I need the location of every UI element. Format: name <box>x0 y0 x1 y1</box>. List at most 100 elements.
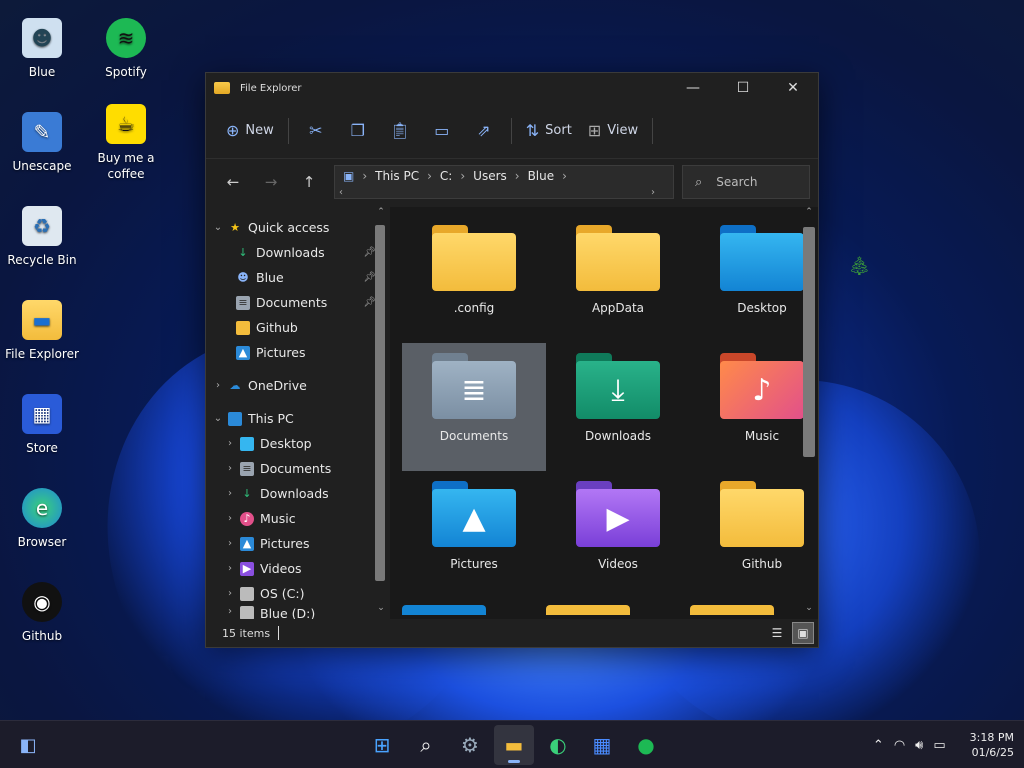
nav-item-github[interactable]: Github <box>206 315 390 340</box>
view-button[interactable]: ⊞ View <box>580 115 646 147</box>
maximize-button[interactable]: ☐ <box>718 73 768 103</box>
breadcrumb-c-drive[interactable]: C: <box>440 169 452 183</box>
start-button[interactable]: ⊞ <box>362 725 402 765</box>
wifi-icon[interactable]: ◠ <box>894 738 905 753</box>
speaker-icon[interactable]: 🔊︎ <box>915 738 923 753</box>
file-tile-documents[interactable]: ≣ Documents <box>402 343 546 471</box>
desktop-icon-file-explorer[interactable]: ▬ File Explorer <box>0 300 84 362</box>
scroll-right-icon[interactable]: › <box>651 187 655 198</box>
nav-item-pc-documents[interactable]: › ≡ Documents <box>206 456 390 481</box>
nav-item-os-c[interactable]: › OS (C:) <box>206 581 390 606</box>
chevron-right-icon[interactable]: › <box>224 488 236 499</box>
content-scrollbar-thumb[interactable] <box>803 227 815 457</box>
desktop-icon-blue[interactable]: ☻ Blue <box>0 18 84 80</box>
title-bar[interactable]: File Explorer — ☐ ✕ <box>206 73 818 103</box>
nav-item-pc-music[interactable]: › ♪ Music <box>206 506 390 531</box>
back-button[interactable]: ← <box>214 166 252 198</box>
file-tile-config[interactable]: .config <box>402 215 546 343</box>
sort-icon: ⇅ <box>525 121 540 140</box>
chevron-right-icon[interactable]: › <box>224 563 236 574</box>
nav-item-pc-videos[interactable]: › ▶ Videos <box>206 556 390 581</box>
sort-button[interactable]: ⇅ Sort <box>518 115 580 147</box>
desktop-icon-spotify[interactable]: ≋ Spotify <box>84 18 168 80</box>
rename-button[interactable]: ▭ <box>421 115 463 147</box>
taskbar-browser-button[interactable]: ◐ <box>538 725 578 765</box>
chevron-down-icon[interactable]: ⌄ <box>212 222 224 233</box>
file-tile-appdata[interactable]: AppData <box>546 215 690 343</box>
desktop-icon-buy-me-a-coffee[interactable]: ☕ Buy me a coffee <box>84 104 168 182</box>
nav-item-blue-d[interactable]: › Blue (D:) <box>206 606 390 620</box>
music-icon: ♪ <box>240 511 254 526</box>
breadcrumb-this-pc[interactable]: This PC <box>375 169 419 183</box>
chevron-right-icon[interactable]: › <box>224 588 236 599</box>
clock[interactable]: 3:18 PM 01/6/25 <box>970 730 1014 760</box>
breadcrumb-users[interactable]: Users <box>473 169 507 183</box>
nav-item-documents[interactable]: ≡ Documents 📌︎ <box>206 290 390 315</box>
taskbar-spotify-button[interactable]: ● <box>626 725 666 765</box>
desktop-icon-unescape[interactable]: ✎ Unescape <box>0 112 84 174</box>
nav-scrollbar-thumb[interactable] <box>375 225 385 581</box>
scroll-up-icon[interactable]: ⌃ <box>372 207 390 223</box>
chevron-right-icon[interactable]: › <box>212 380 224 391</box>
nav-item-pictures[interactable]: ▲ Pictures <box>206 340 390 365</box>
nav-item-pc-desktop[interactable]: › Desktop <box>206 431 390 456</box>
chevron-right-icon[interactable]: › <box>224 606 236 617</box>
taskbar-settings-button[interactable]: ⚙ <box>450 725 490 765</box>
nav-onedrive[interactable]: › ☁ OneDrive <box>206 373 390 398</box>
minimize-button[interactable]: — <box>668 73 718 103</box>
recycle-bin-icon: ♻ <box>22 206 62 246</box>
arrow-up-icon: ↑ <box>302 173 316 191</box>
chevron-up-icon[interactable]: ⌃ <box>873 738 884 753</box>
file-tile-github[interactable]: Github <box>690 471 818 599</box>
breadcrumb-blue[interactable]: Blue <box>528 169 555 183</box>
paste-button[interactable]: 📋︎ <box>379 115 421 147</box>
scroll-down-icon[interactable]: ⌄ <box>372 603 390 619</box>
file-tile-videos[interactable]: ▶ Videos <box>546 471 690 599</box>
battery-icon[interactable]: ▭ <box>933 738 945 753</box>
up-button[interactable]: ↑ <box>290 166 328 198</box>
file-tile-music[interactable]: ♪ Music <box>690 343 818 471</box>
desktop-icon-store[interactable]: ▦ Store <box>0 394 84 456</box>
nav-item-pc-pictures[interactable]: › ▲ Pictures <box>206 531 390 556</box>
details-view-button[interactable]: ☰ <box>766 622 788 644</box>
search-box[interactable]: ⌕ Search <box>682 165 810 199</box>
search-input[interactable]: Search <box>716 175 757 189</box>
chevron-right-icon[interactable]: › <box>224 438 236 449</box>
taskbar-store-button[interactable]: ▦ <box>582 725 622 765</box>
file-tile-desktop[interactable]: Desktop <box>690 215 818 343</box>
cut-button[interactable]: ✂ <box>295 115 337 147</box>
nav-item-downloads[interactable]: ↓ Downloads 📌︎ <box>206 240 390 265</box>
share-button[interactable]: ⇗ <box>463 115 505 147</box>
scroll-left-icon[interactable]: ‹ <box>339 187 343 198</box>
chevron-right-icon[interactable]: › <box>224 513 236 524</box>
desktop-icon-browser[interactable]: e Browser <box>0 488 84 550</box>
new-button[interactable]: ⊕ New <box>218 115 282 147</box>
copy-button[interactable]: ❐ <box>337 115 379 147</box>
nav-item-blue[interactable]: ☻ Blue 📌︎ <box>206 265 390 290</box>
desktop-icon-label: Recycle Bin <box>7 253 77 267</box>
user-icon: ☻ <box>22 18 62 58</box>
scroll-down-icon[interactable]: ⌄ <box>800 603 818 619</box>
nav-this-pc[interactable]: ⌄ This PC <box>206 406 390 431</box>
chevron-right-icon[interactable]: › <box>224 463 236 474</box>
chevron-right-icon[interactable]: › <box>224 538 236 549</box>
nav-item-pc-downloads[interactable]: › ↓ Downloads <box>206 481 390 506</box>
tiles-view-button[interactable]: ▣ <box>792 622 814 644</box>
content-scrollbar[interactable]: ⌃ ⌄ <box>800 207 818 619</box>
nav-quick-access[interactable]: ⌄ ★ Quick access <box>206 215 390 240</box>
desktop-icon-github[interactable]: ◉ Github <box>0 582 84 644</box>
file-tile-pictures[interactable]: ▲ Pictures <box>402 471 546 599</box>
file-tile-downloads[interactable]: ⤓ Downloads <box>546 343 690 471</box>
address-bar[interactable]: ▣ › This PC › C: › Users › Blue › ‹ › <box>334 165 674 199</box>
desktop-icon-recycle-bin[interactable]: ♻ Recycle Bin <box>0 206 84 268</box>
desktop-icon-label: Blue <box>28 65 56 79</box>
close-button[interactable]: ✕ <box>768 73 818 103</box>
taskbar-search-button[interactable]: ⌕ <box>406 725 446 765</box>
chevron-down-icon[interactable]: ⌄ <box>212 413 224 424</box>
scroll-up-icon[interactable]: ⌃ <box>800 207 818 223</box>
widgets-button[interactable]: ◧ <box>14 731 42 759</box>
forward-button[interactable]: → <box>252 166 290 198</box>
taskbar-file-explorer-button[interactable]: ▬ <box>494 725 534 765</box>
nav-scrollbar[interactable]: ⌃ ⌄ <box>372 207 390 619</box>
spotify-icon: ● <box>637 733 655 757</box>
